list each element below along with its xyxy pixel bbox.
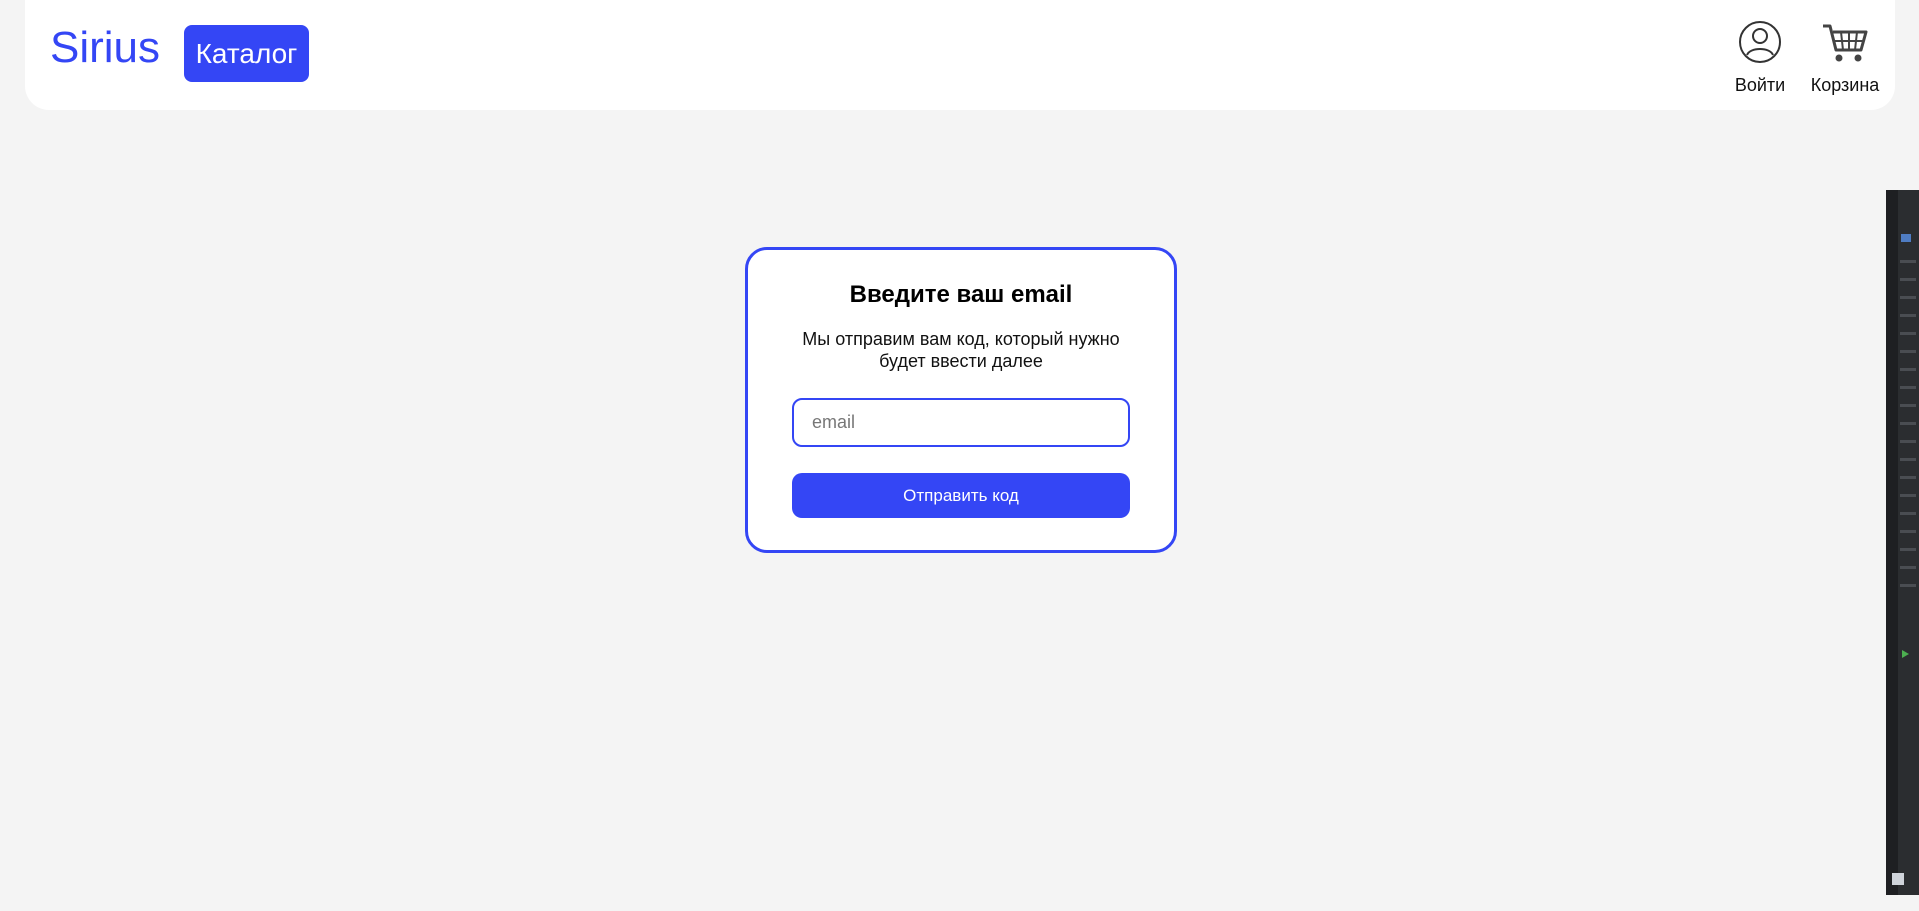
code-line <box>1900 566 1916 569</box>
login-link[interactable]: Войти <box>1720 20 1800 96</box>
code-line <box>1900 476 1916 479</box>
cart-link[interactable]: Корзина <box>1800 20 1890 96</box>
code-line <box>1900 458 1916 461</box>
code-line <box>1900 278 1916 281</box>
code-line <box>1900 332 1916 335</box>
code-line <box>1900 584 1916 587</box>
form-title: Введите ваш email <box>849 281 1073 308</box>
code-line <box>1900 548 1916 551</box>
cart-label: Корзина <box>1810 75 1880 95</box>
code-line <box>1900 296 1916 299</box>
code-line <box>1900 494 1916 497</box>
email-input[interactable] <box>792 398 1130 447</box>
windows-icon <box>1892 873 1904 885</box>
code-line <box>1900 314 1916 317</box>
form-description: Мы отправим вам код, который нужно будет… <box>802 329 1120 371</box>
code-line <box>1900 530 1916 533</box>
code-line <box>1900 350 1916 353</box>
code-line <box>1900 512 1916 515</box>
run-icon <box>1902 650 1909 658</box>
tab-marker <box>1901 234 1911 242</box>
code-line <box>1900 440 1916 443</box>
code-line <box>1900 386 1916 389</box>
page: Sirius Каталог Войти Корзина Введите ваш… <box>0 0 1919 911</box>
code-line <box>1900 368 1916 371</box>
code-line <box>1900 404 1916 407</box>
window-gutter <box>1886 190 1898 895</box>
code-line <box>1900 260 1916 263</box>
site-logo[interactable]: Sirius <box>50 22 160 74</box>
email-form-card: Введите ваш email Мы отправим вам код, к… <box>745 247 1177 553</box>
site-header: Sirius Каталог Войти Корзина <box>25 0 1895 110</box>
login-label: Войти <box>1734 75 1786 95</box>
catalog-button[interactable]: Каталог <box>184 25 309 82</box>
code-line <box>1900 422 1916 425</box>
send-code-button[interactable]: Отправить код <box>792 473 1130 518</box>
user-circle-icon <box>1720 20 1800 64</box>
background-window-edge <box>1886 190 1919 895</box>
shopping-cart-icon <box>1800 20 1890 64</box>
